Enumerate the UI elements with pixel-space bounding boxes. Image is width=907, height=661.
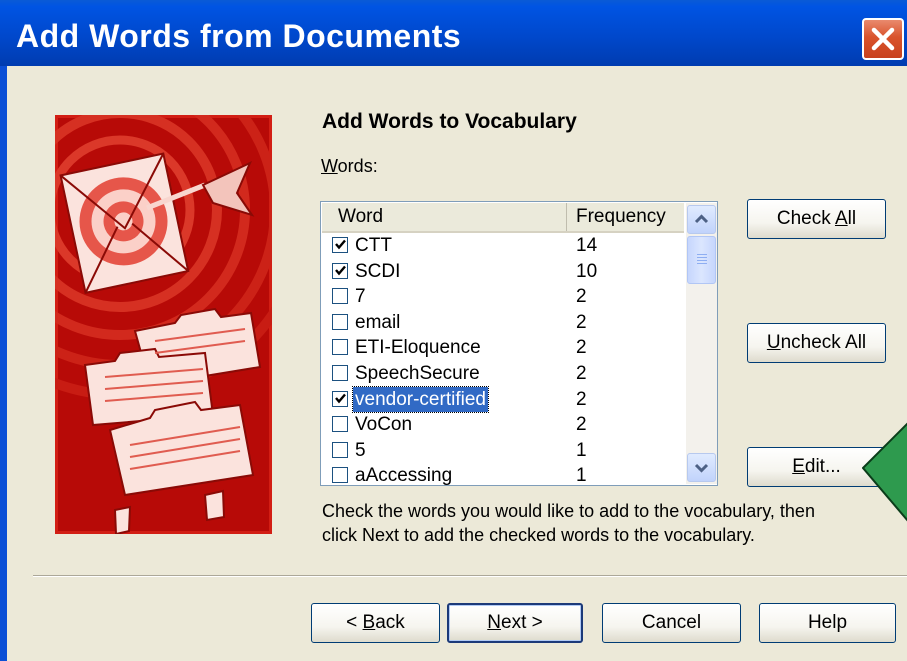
- back-mnemonic: B: [362, 612, 376, 633]
- back-label-post: ack: [375, 612, 405, 633]
- close-button[interactable]: [862, 18, 904, 60]
- grip-line: [697, 263, 707, 264]
- grip-line: [697, 260, 707, 261]
- next-mnemonic: N: [487, 612, 501, 633]
- checkmark-icon: [335, 239, 346, 250]
- scroll-up-button[interactable]: [687, 205, 716, 234]
- instructions-line-1: Check the words you would like to add to…: [322, 501, 815, 521]
- cancel-button[interactable]: Cancel: [602, 603, 741, 643]
- check-all-label-pre: Check: [776, 208, 835, 229]
- row-word: SCDI: [355, 260, 401, 282]
- checkmark-icon: [335, 265, 346, 275]
- edit-mnemonic: E: [792, 456, 805, 477]
- list-header: Word Frequency: [322, 203, 684, 233]
- grip-line: [697, 254, 707, 255]
- row-frequency: 2: [576, 388, 587, 410]
- uncheck-all-button[interactable]: Uncheck All: [747, 323, 886, 363]
- check-all-mnemonic: A: [834, 208, 848, 229]
- row-checkbox[interactable]: [332, 441, 348, 458]
- vertical-scrollbar[interactable]: [686, 203, 717, 484]
- row-word: 5: [355, 439, 366, 461]
- row-word: email: [355, 311, 401, 333]
- row-frequency: 2: [576, 363, 587, 384]
- target-envelope-dart-illustration: [0, 20, 310, 536]
- help-button[interactable]: Help: [759, 603, 896, 643]
- column-header-word[interactable]: Word: [322, 203, 567, 231]
- row-checkbox[interactable]: [332, 313, 348, 330]
- column-header-frequency[interactable]: Frequency: [567, 203, 684, 231]
- window-frame-left: [0, 66, 7, 661]
- row-word: 7: [355, 286, 366, 308]
- list-row[interactable]: SpeechSecure 2: [322, 361, 684, 387]
- row-checkbox[interactable]: [332, 467, 348, 484]
- scroll-thumb[interactable]: [687, 236, 716, 284]
- row-checkbox[interactable]: [332, 365, 348, 381]
- chevron-down-icon: [694, 463, 709, 473]
- list-row[interactable]: vendor-certified 2: [322, 385, 684, 413]
- words-list[interactable]: Word Frequency CTT 14 SCDI 10 7 2 email 2 ETI-El…: [320, 201, 718, 486]
- list-row[interactable]: ETI-Eloquence 2: [322, 335, 684, 361]
- row-frequency: 2: [576, 286, 587, 308]
- edit-label-post: dit...: [804, 456, 841, 477]
- list-row[interactable]: CTT 14: [322, 233, 684, 259]
- row-word: SpeechSecure: [355, 363, 480, 384]
- row-frequency: 14: [576, 235, 598, 256]
- words-label: Words:: [321, 156, 378, 177]
- row-word: VoCon: [355, 414, 413, 436]
- instructions-line-2: click Next to add the checked words to t…: [322, 525, 755, 545]
- scroll-down-button[interactable]: [687, 453, 716, 482]
- next-label-post: ext >: [501, 612, 543, 633]
- row-frequency: 10: [576, 260, 598, 282]
- list-row[interactable]: SCDI 10: [322, 259, 684, 285]
- row-checkbox[interactable]: [332, 416, 348, 433]
- title-bar[interactable]: Add Words from Documents: [0, 0, 907, 66]
- row-checkbox[interactable]: [332, 262, 348, 279]
- check-all-button[interactable]: Check All: [747, 199, 886, 239]
- page-heading: Add Words to Vocabulary: [322, 110, 577, 133]
- instructions-text: Check the words you would like to add to…: [322, 499, 882, 547]
- separator-highlight: [33, 576, 907, 577]
- uncheck-all-label-post: ncheck All: [780, 332, 867, 353]
- wizard-illustration: [0, 20, 310, 536]
- row-frequency: 2: [576, 414, 587, 436]
- row-frequency: 1: [576, 439, 587, 461]
- close-icon: [871, 27, 895, 51]
- grip-line: [697, 257, 707, 258]
- uncheck-all-mnemonic: U: [766, 332, 781, 353]
- row-checkbox[interactable]: [332, 237, 348, 253]
- list-row[interactable]: VoCon 2: [322, 412, 684, 438]
- row-frequency: 1: [576, 465, 587, 486]
- words-label-text: ords:: [337, 156, 378, 176]
- check-all-label-post: ll: [847, 208, 857, 229]
- row-word: vendor-certified: [352, 385, 489, 413]
- words-label-mnemonic: W: [321, 156, 338, 176]
- list-row[interactable]: email 2: [322, 310, 684, 336]
- list-row[interactable]: 72: [322, 284, 684, 310]
- row-frequency: 2: [576, 337, 587, 359]
- row-word: ETI-Eloquence: [355, 337, 481, 359]
- back-label-pre: <: [346, 612, 363, 633]
- back-button[interactable]: < Back: [311, 603, 440, 643]
- list-row[interactable]: aAccessing 1: [322, 463, 684, 486]
- row-checkbox[interactable]: [332, 339, 348, 356]
- checkmark-icon: [335, 393, 346, 403]
- list-row[interactable]: 51: [322, 438, 684, 464]
- next-button[interactable]: Next >: [447, 603, 583, 643]
- row-word: aAccessing: [355, 465, 453, 486]
- row-checkbox[interactable]: [332, 390, 348, 407]
- chevron-up-icon: [694, 214, 709, 224]
- row-checkbox[interactable]: [332, 288, 348, 305]
- row-frequency: 2: [576, 311, 587, 333]
- row-word: CTT: [355, 235, 392, 256]
- window-title: Add Words from Documents: [16, 18, 462, 54]
